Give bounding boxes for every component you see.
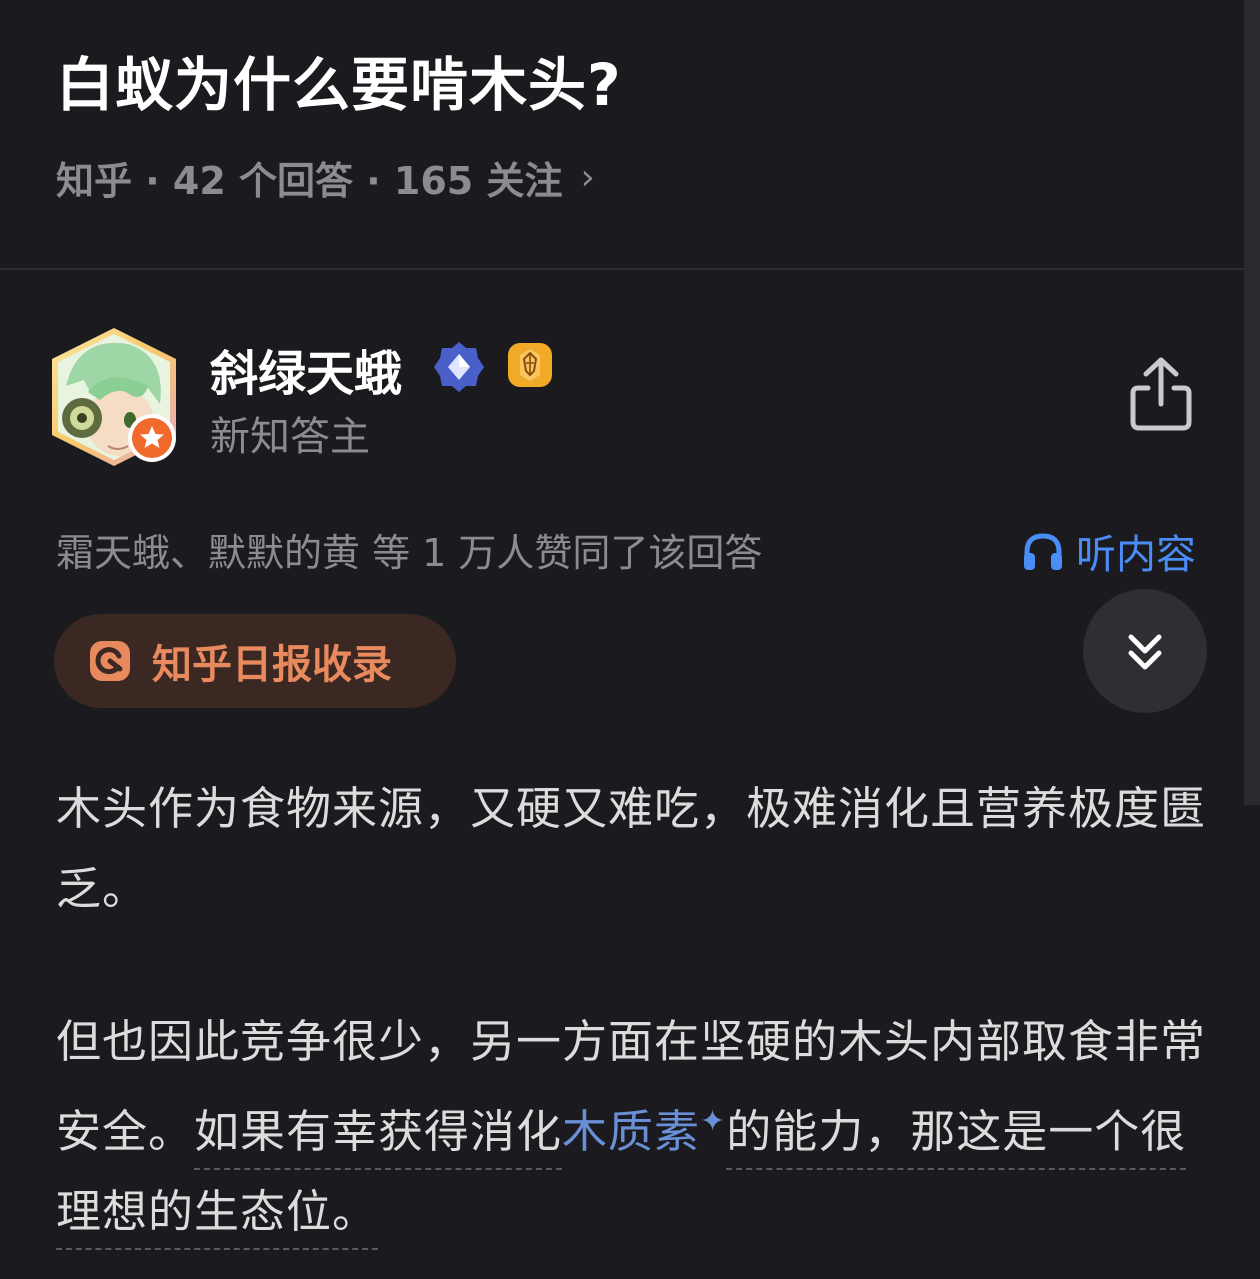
divider [0,268,1245,270]
headphones-icon [1024,533,1062,570]
collapse-button[interactable] [1083,589,1207,713]
term-text: 木质素 [562,1105,701,1158]
scrollbar[interactable] [1244,0,1260,805]
author-title: 新知答主 [210,414,370,460]
question-meta[interactable]: 知乎 · 42 个回答 · 165 关注 › [56,150,595,205]
sparkle-icon: ✦ [700,1104,727,1139]
listen-label: 听内容 [1076,532,1196,578]
share-icon [1130,357,1192,431]
term-link[interactable]: 木质素✦ [562,1104,727,1158]
voters-text[interactable]: 霜天蛾、默默的黄 等 1 万人赞同了该回答 [56,522,762,577]
listen-button[interactable]: 听内容 [1022,522,1196,580]
double-chevron-down-icon [1128,634,1162,670]
answer-paragraph-1: 木头作为食物来源，又硬又难吃，极难消化且营养极度匮乏。 [56,782,1207,915]
avatar[interactable] [48,326,180,468]
chevron-right-icon: › [580,157,595,198]
answer-paragraph-2: 但也因此竞争很少，另一方面在坚硬的木头内部取食非常安全。如果有幸获得消化木质素✦… [56,1002,1216,1252]
daily-collection-label: 知乎日报收录 [152,642,392,688]
author-name[interactable]: 斜绿天蛾 [210,334,402,404]
question-title[interactable]: 白蚁为什么要啃木头? [56,38,622,122]
achievement-badge-icon[interactable] [506,341,554,389]
highlighted-sentence[interactable]: 如果有幸获得消化 [194,1105,563,1170]
zhihu-daily-icon [90,641,130,681]
share-button[interactable] [1124,352,1198,436]
verified-badge-icon[interactable] [432,340,486,394]
daily-collection-badge[interactable]: 知乎日报收录 [54,614,456,708]
question-meta-text: 知乎 · 42 个回答 · 165 关注 [56,159,563,203]
